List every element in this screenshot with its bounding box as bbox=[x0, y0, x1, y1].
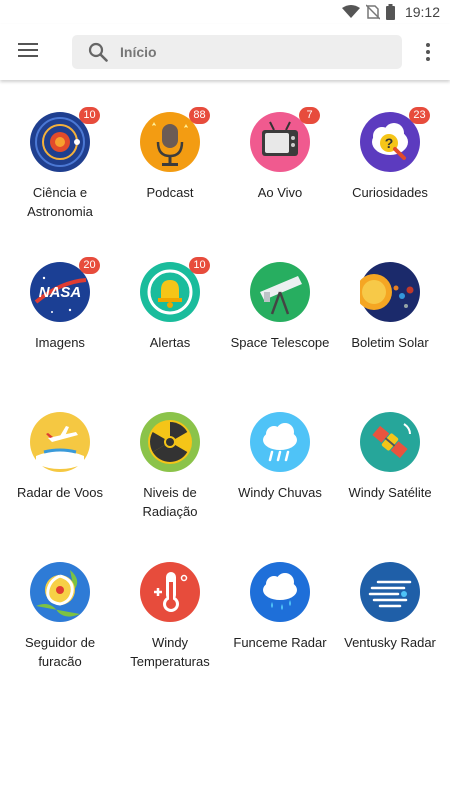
tile-label: Seguidor de furacão bbox=[24, 635, 96, 669]
tile-label: Boletim Solar bbox=[351, 335, 429, 350]
tile-label: Alertas bbox=[149, 335, 191, 350]
search-icon bbox=[88, 42, 108, 62]
more-vert-icon[interactable] bbox=[425, 43, 431, 63]
tile-ventusky-radar[interactable]: Ventusky Radar bbox=[335, 530, 445, 660]
top-app-bar: Início bbox=[0, 24, 450, 80]
status-icons: 19:12 bbox=[341, 3, 440, 21]
rain-cloud-icon bbox=[250, 412, 310, 472]
hurricane-icon bbox=[30, 562, 90, 622]
tile-label: Windy Chuvas bbox=[238, 485, 322, 500]
notification-badge: 88 bbox=[189, 107, 210, 124]
tile-label: Niveis de Radiação bbox=[142, 485, 198, 519]
wind-lines-icon bbox=[360, 562, 420, 622]
battery-icon bbox=[385, 4, 395, 20]
tile-boletim-solar[interactable]: Boletim Solar bbox=[335, 230, 445, 360]
thermometer-icon bbox=[140, 562, 200, 622]
svg-text:?: ? bbox=[385, 135, 394, 151]
tile-imagens[interactable]: NASA 20 Imagens bbox=[5, 230, 115, 360]
svg-text:NASA: NASA bbox=[39, 284, 82, 301]
tile-label: Ventusky Radar bbox=[344, 635, 436, 650]
sun-planets-icon bbox=[356, 262, 420, 322]
tile-podcast[interactable]: 88 Podcast bbox=[115, 80, 225, 210]
tile-funceme-radar[interactable]: Funceme Radar bbox=[225, 530, 335, 660]
tile-label: Funceme Radar bbox=[233, 635, 327, 650]
satellite-icon bbox=[360, 412, 420, 472]
status-time: 19:12 bbox=[404, 4, 440, 20]
airplane-icon bbox=[30, 412, 90, 472]
tile-curiosidades[interactable]: ? 23 Curiosidades bbox=[335, 80, 445, 210]
search-input[interactable]: Início bbox=[120, 44, 157, 60]
tile-windy-chuvas[interactable]: Windy Chuvas bbox=[225, 380, 335, 510]
tile-windy-satelite[interactable]: Windy Satélite bbox=[335, 380, 445, 510]
notification-badge: 10 bbox=[79, 107, 100, 124]
notification-badge: 23 bbox=[409, 107, 430, 124]
tile-label: Space Telescope bbox=[230, 335, 330, 350]
tile-niveis-radiacao[interactable]: Niveis de Radiação bbox=[115, 380, 225, 519]
radiation-icon bbox=[140, 412, 200, 472]
tile-label: Podcast bbox=[146, 185, 194, 200]
tile-label: Radar de Voos bbox=[16, 485, 103, 500]
tile-ciencia-astronomia[interactable]: 10 Ciência e Astronomia bbox=[5, 80, 115, 219]
notification-badge: 10 bbox=[189, 257, 210, 274]
tile-alertas[interactable]: 10 Alertas bbox=[115, 230, 225, 360]
hamburger-menu-icon[interactable] bbox=[18, 43, 38, 59]
search-bar[interactable]: Início bbox=[72, 35, 402, 69]
tile-space-telescope[interactable]: Space Telescope bbox=[225, 230, 335, 360]
tile-label: Windy Temperaturas bbox=[130, 635, 210, 669]
tile-label: Curiosidades bbox=[352, 185, 428, 200]
tile-seguidor-furacao[interactable]: Seguidor de furacão bbox=[5, 530, 115, 669]
status-bar: 19:12 bbox=[0, 0, 450, 24]
tile-radar-de-voos[interactable]: Radar de Voos bbox=[5, 380, 115, 510]
tile-label: Imagens bbox=[35, 335, 85, 350]
notification-badge: 20 bbox=[79, 257, 100, 274]
tile-label: Ao Vivo bbox=[257, 185, 303, 200]
tile-windy-temperaturas[interactable]: Windy Temperaturas bbox=[115, 530, 225, 669]
no-sim-icon bbox=[365, 4, 380, 20]
drizzle-cloud-icon bbox=[250, 562, 310, 622]
tile-ao-vivo[interactable]: 7 Ao Vivo bbox=[225, 80, 335, 210]
tile-label: Windy Satélite bbox=[348, 485, 432, 500]
telescope-icon bbox=[250, 262, 310, 322]
wifi-icon bbox=[341, 5, 360, 18]
notification-badge: 7 bbox=[299, 107, 320, 124]
tile-label: Ciência e Astronomia bbox=[27, 185, 93, 219]
